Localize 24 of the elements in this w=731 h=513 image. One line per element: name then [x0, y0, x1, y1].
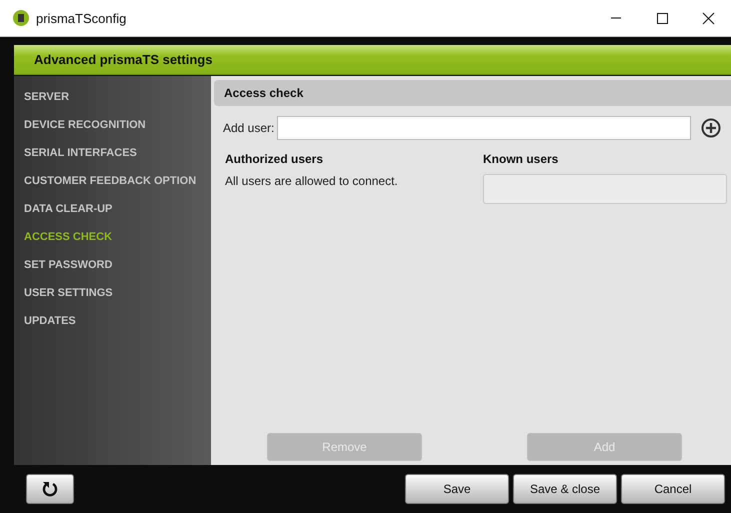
refresh-icon — [41, 480, 59, 498]
reset-button[interactable] — [26, 474, 74, 504]
footer-button[interactable]: Save — [405, 474, 509, 504]
header-bar: Advanced prismaTS settings — [14, 45, 731, 75]
footer-button[interactable]: Save & close — [513, 474, 617, 504]
sidebar-item[interactable]: UPDATES — [24, 311, 211, 332]
panel-title: Access check — [214, 80, 731, 106]
authorized-users-message: All users are allowed to connect. — [225, 174, 399, 188]
footer-button[interactable]: Cancel — [621, 474, 725, 504]
authorized-users-heading: Authorized users — [225, 152, 324, 166]
add-user-label: Add user: — [223, 121, 274, 135]
app-logo-icon — [13, 10, 29, 26]
sidebar-item[interactable]: CUSTOMER FEEDBACK OPTION — [24, 171, 211, 192]
add-icon[interactable] — [701, 118, 722, 138]
sidebar-item[interactable]: SERIAL INTERFACES — [24, 143, 211, 164]
sidebar-item[interactable]: SET PASSWORD — [24, 255, 211, 276]
sidebar-item[interactable]: DATA CLEAR-UP — [24, 199, 211, 220]
known-users-heading: Known users — [483, 152, 560, 166]
sidebar-item[interactable]: SERVER — [24, 87, 211, 108]
add-user-field[interactable] — [277, 116, 692, 140]
sidebar-item[interactable]: USER SETTINGS — [24, 283, 211, 304]
window-title: prismaTSconfig — [36, 10, 126, 26]
sidebar-item[interactable]: ACCESS CHECK — [24, 227, 211, 248]
sidebar-item[interactable]: DEVICE RECOGNITION — [24, 115, 211, 136]
